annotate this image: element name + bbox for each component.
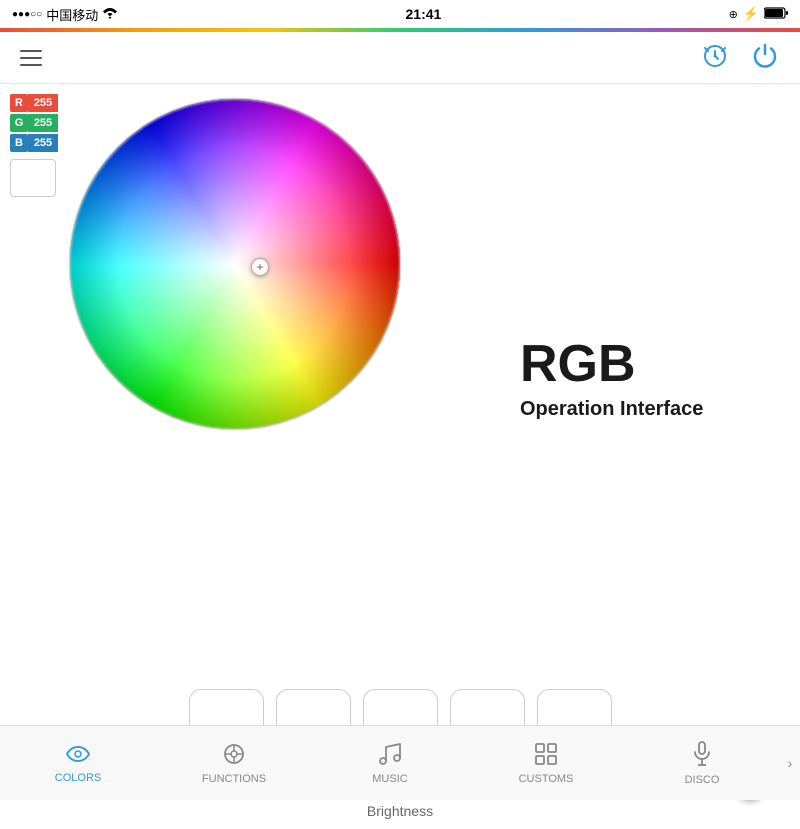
bluetooth-icon: ⚡	[743, 6, 759, 22]
status-bar: ●●●○○ 中国移动 21:41 ⊕ ⚡	[0, 0, 800, 28]
tab-next-arrow[interactable]: ›	[780, 726, 800, 800]
tab-disco[interactable]: DISCO	[624, 726, 780, 800]
nav-bar	[0, 32, 800, 84]
tab-customs-label: CUSTOMS	[519, 773, 574, 785]
music-icon	[379, 742, 401, 770]
wifi-icon	[102, 7, 118, 22]
right-panel: RGB Operation Interface	[520, 84, 800, 674]
customs-icon	[534, 742, 558, 770]
status-right: ⊕ ⚡	[729, 6, 788, 22]
tab-colors-label: COLORS	[55, 772, 101, 784]
tab-colors[interactable]: COLORS	[0, 726, 156, 800]
rgb-subtitle: Operation Interface	[520, 398, 780, 421]
tab-customs[interactable]: CUSTOMS	[468, 726, 624, 800]
lock-icon: ⊕	[729, 8, 738, 21]
tab-functions[interactable]: FUNCTIONS	[156, 726, 312, 800]
status-left: ●●●○○ 中国移动	[12, 5, 118, 24]
carrier-label: 中国移动	[46, 5, 98, 24]
tab-bar: COLORS FUNCTIONS	[0, 725, 800, 800]
tab-music[interactable]: MUSIC	[312, 726, 468, 800]
tab-disco-label: DISCO	[685, 774, 720, 786]
tab-music-label: MUSIC	[372, 773, 407, 785]
signal-dots: ●●●○○	[12, 9, 42, 20]
alarm-button[interactable]	[700, 40, 730, 75]
nav-icons	[700, 40, 780, 75]
color-wheel[interactable]	[65, 94, 405, 434]
power-button[interactable]	[750, 40, 780, 75]
colors-icon	[65, 743, 91, 769]
status-time: 21:41	[406, 6, 442, 22]
tab-functions-label: FUNCTIONS	[202, 773, 266, 785]
rgb-title-text: RGB Operation Interface	[520, 338, 780, 421]
brightness-label: Brightness	[20, 803, 780, 824]
disco-icon	[692, 741, 712, 771]
battery-icon	[764, 7, 788, 22]
functions-icon	[222, 742, 246, 770]
left-panel: R 255 G 255 B 255 +	[0, 84, 520, 674]
app-container: ●●●○○ 中国移动 21:41 ⊕ ⚡	[0, 0, 800, 800]
color-crosshair: +	[251, 258, 269, 276]
hamburger-menu[interactable]	[20, 50, 42, 66]
rgb-title: RGB	[520, 338, 780, 390]
main-content: R 255 G 255 B 255 +	[0, 84, 800, 674]
color-wheel-container[interactable]: +	[0, 84, 520, 449]
